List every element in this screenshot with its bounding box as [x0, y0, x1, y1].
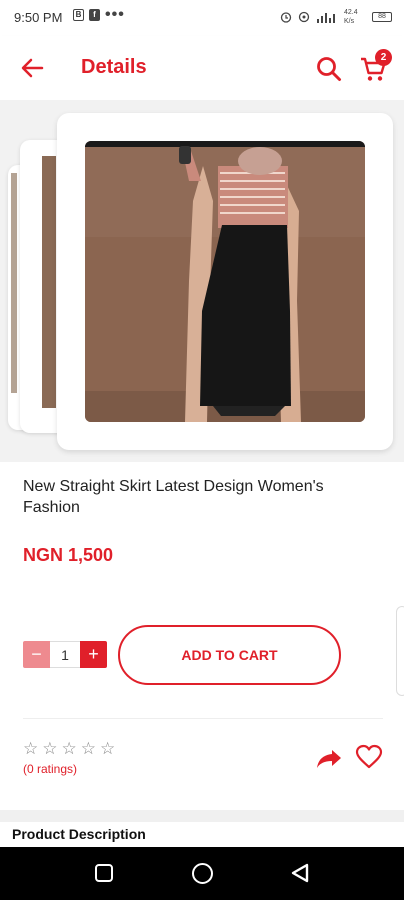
- gallery-image-strip: [42, 156, 56, 408]
- back-triangle-icon[interactable]: [289, 862, 311, 884]
- heart-icon[interactable]: [355, 744, 383, 770]
- facebook-icon: f: [89, 9, 100, 21]
- divider: [23, 718, 383, 719]
- star-icon[interactable]: ☆: [62, 740, 77, 757]
- quantity-stepper: − 1 +: [23, 641, 107, 668]
- search-icon[interactable]: [314, 54, 344, 84]
- arrow-left-icon[interactable]: [18, 54, 46, 82]
- signal-icon: [317, 13, 335, 23]
- status-bar: 9:50 PM B f ••• 42.4 K/s 88: [0, 0, 404, 36]
- hotspot-icon: [298, 11, 310, 23]
- notification-box-icon: B: [73, 9, 84, 21]
- product-price: NGN 1,500: [23, 545, 114, 565]
- add-to-cart-button[interactable]: ADD TO CART: [118, 625, 341, 685]
- recent-apps-icon[interactable]: [95, 864, 113, 882]
- share-icon[interactable]: [315, 746, 343, 770]
- product-image-gallery[interactable]: [0, 100, 404, 462]
- product-name: New Straight Skirt Latest Design Women's…: [23, 478, 324, 516]
- app-bar: Details 2: [0, 36, 404, 100]
- home-icon[interactable]: [192, 863, 213, 884]
- section-separator: [0, 810, 404, 822]
- star-icon[interactable]: ☆: [81, 740, 96, 757]
- ratings-count-link[interactable]: (0 ratings): [23, 762, 77, 776]
- cart-count-badge: 2: [375, 49, 392, 66]
- battery-level: 88: [378, 13, 386, 20]
- product-image: [85, 141, 365, 422]
- gallery-image-strip: [11, 173, 17, 393]
- star-icon[interactable]: ☆: [42, 740, 57, 757]
- star-icon[interactable]: ☆: [23, 740, 38, 757]
- network-speed: 42.4 K/s: [344, 9, 358, 25]
- side-drawer-handle[interactable]: [396, 606, 404, 696]
- status-right-icons: 42.4 K/s 88: [280, 8, 392, 26]
- status-time: 9:50 PM: [14, 10, 63, 25]
- more-notifications-icon: •••: [105, 6, 125, 23]
- gallery-card-current[interactable]: [57, 113, 393, 450]
- product-description-heading: Product Description: [12, 826, 146, 842]
- battery-icon: 88: [372, 12, 392, 22]
- status-left-icons: B f •••: [73, 6, 125, 23]
- star-icon[interactable]: ☆: [100, 740, 115, 757]
- quantity-value[interactable]: 1: [50, 641, 80, 668]
- system-navigation-bar: [0, 847, 404, 900]
- quantity-decrease-button[interactable]: −: [23, 641, 50, 668]
- alarm-icon: [280, 12, 292, 23]
- page-title: Details: [81, 56, 147, 78]
- quantity-increase-button[interactable]: +: [80, 641, 107, 668]
- rating-stars[interactable]: ☆ ☆ ☆ ☆ ☆: [23, 740, 115, 757]
